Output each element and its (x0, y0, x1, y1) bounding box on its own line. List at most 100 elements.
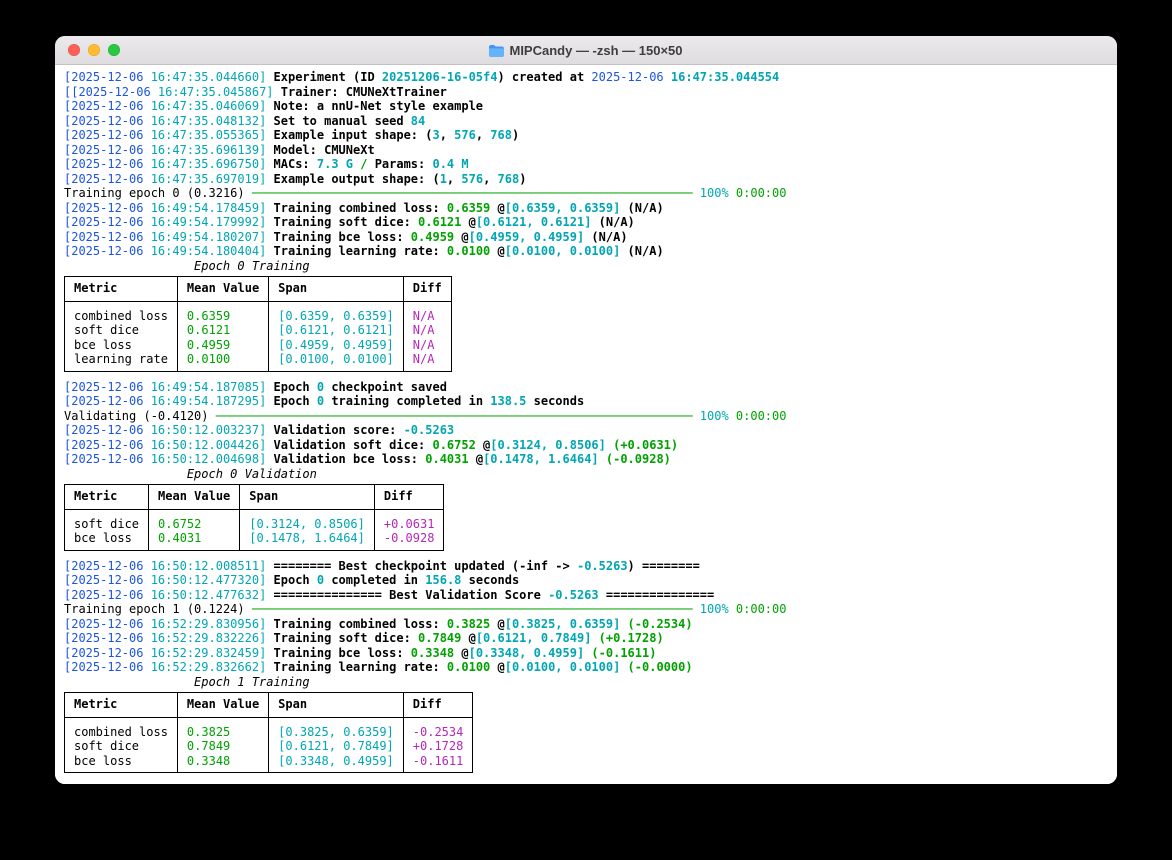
table-header-row: MetricMean ValueSpanDiff (65, 693, 473, 718)
terminal-line: Validating (-0.4120) ───────────────────… (64, 409, 1117, 424)
terminal-line: [2025-12-06 16:49:54.180404] Training le… (64, 244, 1117, 259)
table-header-row: MetricMean ValueSpanDiff (65, 277, 452, 302)
text-segment: MACs: (266, 157, 317, 171)
text-segment: [2025-12-06 (64, 452, 151, 466)
text-segment: [2025-12-06 (64, 157, 151, 171)
text-segment: 0:00:00 (729, 186, 787, 200)
text-segment: 0.4 M (432, 157, 468, 171)
text-segment: [2025-12-06 (64, 559, 151, 573)
text-segment: =============== (599, 588, 715, 602)
text-segment: [2025-12-06 (64, 588, 151, 602)
text-segment: 16:47:35.046069] (151, 99, 267, 113)
text-segment: (-0.0928) (599, 452, 671, 466)
window-title: MIPCandy — -zsh — 150×50 (489, 43, 682, 58)
progress-bar: ────────────────────────────────────────… (252, 602, 693, 616)
text-segment: seconds (461, 573, 519, 587)
text-segment: 0.0100 (447, 244, 490, 258)
terminal-line: Training epoch 0 (0.3216) ──────────────… (64, 186, 1117, 201)
text-segment: 0.6359 (447, 201, 490, 215)
text-segment: 16:49:54.180207] (151, 230, 267, 244)
text-segment: 16:50:12.004698] (151, 452, 267, 466)
table-cell: -0.2534 (403, 717, 473, 739)
text-segment: [2025-12-06 (64, 244, 151, 258)
table-cell: soft dice (65, 323, 178, 338)
table-cell: soft dice (65, 509, 149, 531)
text-segment: (+0.1728) (591, 631, 663, 645)
text-segment: Training learning rate: (266, 244, 447, 258)
table-cell: [0.0100, 0.0100] (269, 352, 404, 371)
table-cell: 0.6121 (177, 323, 268, 338)
table-cell: 0.3348 (177, 754, 268, 773)
text-segment: 16:49:54.179992] (151, 215, 267, 229)
table-cell: [0.6359, 0.6359] (269, 301, 404, 323)
text-segment: [2025-12-06 (64, 201, 151, 215)
folder-icon (489, 45, 504, 57)
text-segment: [0.6121, 0.6121] (476, 215, 592, 229)
table-cell: N/A (403, 338, 451, 353)
text-segment: completed in (324, 573, 425, 587)
text-segment: 16:52:29.832226] (151, 631, 267, 645)
terminal-line: [2025-12-06 16:47:35.696750] MACs: 7.3 G… (64, 157, 1117, 172)
text-segment: , (447, 172, 461, 186)
progress-bar: ────────────────────────────────────────… (216, 409, 693, 423)
text-segment: (-0.2534) (620, 617, 692, 631)
text-segment: @ (490, 660, 504, 674)
text-segment: 16:47:35.055365] (151, 128, 267, 142)
text-segment: (N/A) (584, 230, 627, 244)
text-segment: [2025-12-06 (64, 573, 151, 587)
column-header: Span (240, 485, 375, 510)
text-segment: Training epoch 0 (0.3216) (64, 186, 252, 200)
text-segment: 16:47:35.044554 (671, 70, 779, 84)
text-segment: seconds (526, 394, 584, 408)
column-header: Mean Value (149, 485, 240, 510)
terminal-window: MIPCandy — -zsh — 150×50 [2025-12-06 16:… (55, 36, 1117, 784)
text-segment: 138.5 (490, 394, 526, 408)
terminal-line: [2025-12-06 16:49:54.180207] Training bc… (64, 230, 1117, 245)
text-segment: [2025-12-06 (64, 215, 151, 229)
terminal-line: [2025-12-06 16:52:29.830956] Training co… (64, 617, 1117, 632)
metrics-table: MetricMean ValueSpanDiffcombined loss0.6… (64, 276, 452, 372)
text-segment: 0:00:00 (729, 602, 787, 616)
terminal-output[interactable]: [2025-12-06 16:47:35.044660] Experiment … (55, 65, 1117, 784)
traffic-lights (68, 36, 120, 64)
text-segment: Epoch (266, 394, 317, 408)
column-header: Metric (65, 485, 149, 510)
text-segment: 16:50:12.004426] (151, 438, 267, 452)
table-header-row: MetricMean ValueSpanDiff (65, 485, 444, 510)
text-segment: [0.0100, 0.0100] (505, 660, 621, 674)
text-segment: Training soft dice: (266, 215, 418, 229)
table-cell: 0.7849 (177, 739, 268, 754)
text-segment: @ (476, 438, 490, 452)
text-segment: =============== Best Validation Score (266, 588, 548, 602)
text-segment: 16:47:35.045867] (158, 85, 274, 99)
text-segment: 768 (498, 172, 520, 186)
text-segment: [2025-12-06 (64, 143, 151, 157)
text-segment: [0.4959, 0.4959] (469, 230, 585, 244)
text-segment: (N/A) (620, 201, 663, 215)
terminal-line: [2025-12-06 16:49:54.187085] Epoch 0 che… (64, 380, 1117, 395)
text-segment: Experiment (ID (266, 70, 382, 84)
table-caption: Epoch 0 Validation (64, 467, 1117, 482)
table-cell: +0.0631 (374, 509, 444, 531)
text-segment: [2025-12-06 (64, 172, 151, 186)
zoom-button[interactable] (108, 44, 120, 56)
column-header: Mean Value (177, 693, 268, 718)
terminal-line: [2025-12-06 16:47:35.044660] Experiment … (64, 70, 1117, 85)
terminal-line: [2025-12-06 16:50:12.477632] ===========… (64, 588, 1117, 603)
close-button[interactable] (68, 44, 80, 56)
text-segment: 0.4031 (425, 452, 468, 466)
text-segment: 1 (440, 172, 447, 186)
text-segment: Training learning rate: (266, 660, 447, 674)
table-cell: -0.1611 (403, 754, 473, 773)
text-segment: ) (519, 172, 526, 186)
text-segment: [0.6359, 0.6359] (505, 201, 621, 215)
column-header: Metric (65, 277, 178, 302)
minimize-button[interactable] (88, 44, 100, 56)
text-segment: Training combined loss: (266, 201, 447, 215)
text-segment: [2025-12-06 (64, 380, 151, 394)
text-segment: [0.6121, 0.7849] (476, 631, 592, 645)
table-cell: -0.0928 (374, 531, 444, 550)
table-cell: bce loss (65, 531, 149, 550)
terminal-line: [2025-12-06 16:50:12.004698] Validation … (64, 452, 1117, 467)
table-cell: [0.3825, 0.6359] (269, 717, 404, 739)
